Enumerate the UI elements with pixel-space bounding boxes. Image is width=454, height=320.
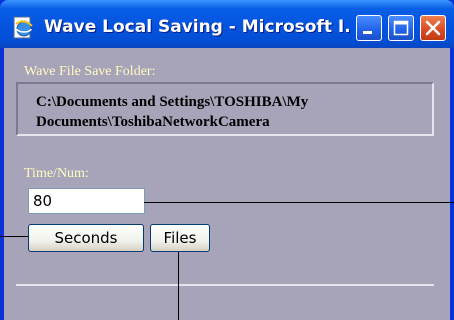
window-title: Wave Local Saving - Microsoft I... (44, 17, 352, 37)
folder-path: C:\Documents and Settings\TOSHIBA\My Doc… (36, 94, 309, 130)
close-icon (425, 20, 441, 36)
files-button[interactable]: Files (150, 224, 210, 252)
title-bar[interactable]: Wave Local Saving - Microsoft I... (0, 0, 454, 48)
ie-page-icon (13, 16, 33, 39)
callout-line-input (144, 202, 454, 203)
close-button[interactable] (420, 15, 446, 41)
content-divider (16, 284, 434, 286)
minimize-button[interactable] (356, 15, 382, 41)
minimize-icon (363, 31, 372, 34)
browser-window: Wave Local Saving - Microsoft I... Wave … (0, 0, 454, 320)
time-num-input[interactable]: 80 (28, 188, 145, 214)
folder-label: Wave File Save Folder: (24, 64, 156, 79)
callout-line-seconds (0, 236, 28, 237)
time-num-label: Time/Num: (24, 166, 89, 181)
maximize-button[interactable] (388, 15, 414, 41)
callout-line-files (178, 252, 179, 320)
seconds-button[interactable]: Seconds (28, 224, 144, 252)
maximize-icon (393, 20, 409, 36)
